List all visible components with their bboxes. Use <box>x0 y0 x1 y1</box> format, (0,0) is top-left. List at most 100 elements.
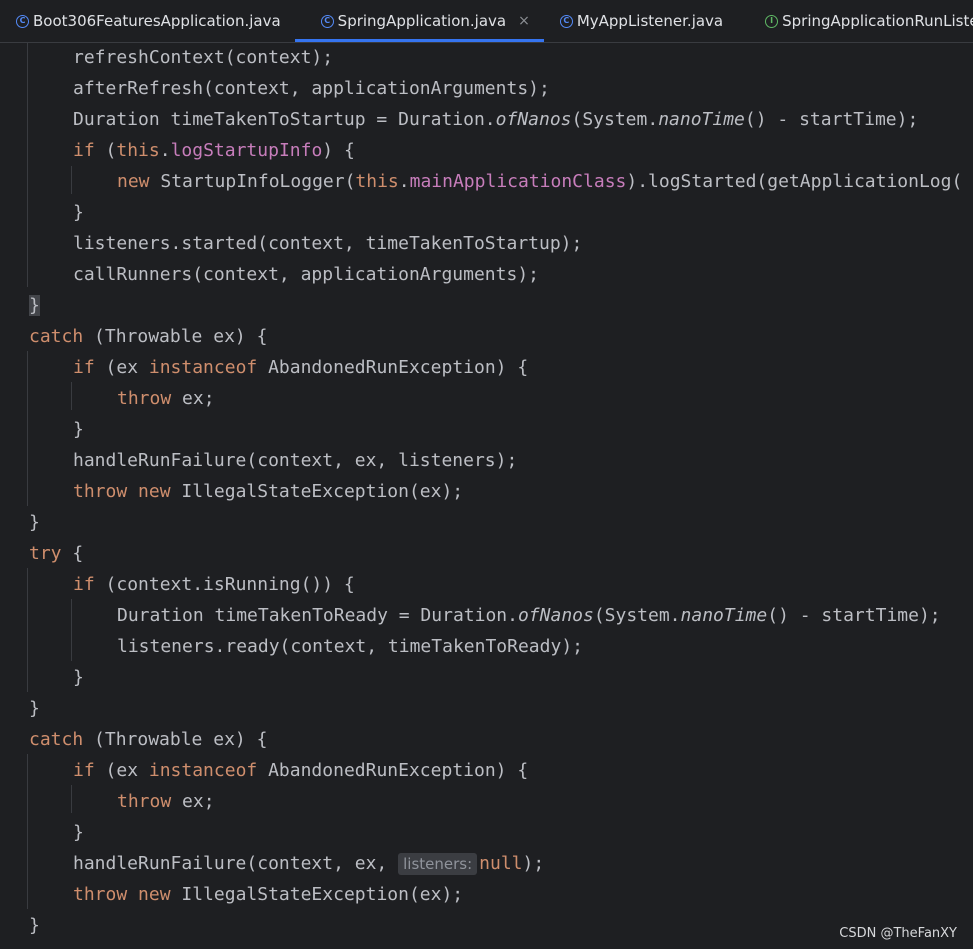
code-text: { <box>61 543 84 564</box>
keyword: throw <box>73 481 128 502</box>
tab-label: SpringApplication.java <box>337 12 507 30</box>
code-text: IllegalStateException(ex); <box>170 481 464 502</box>
interface-icon: I <box>765 14 779 28</box>
keyword: new <box>138 884 171 905</box>
code-line: } <box>73 414 84 445</box>
code-line: } <box>73 817 84 848</box>
code-text: handleRunFailure(context, ex, <box>73 853 399 874</box>
keyword: catch <box>29 729 84 750</box>
code-text: () - startTime); <box>744 109 919 130</box>
keyword: throw <box>73 884 128 905</box>
code-text: Duration timeTakenToReady = Duration. <box>117 605 518 626</box>
indent-guide <box>71 599 72 661</box>
keyword: instanceof <box>148 760 258 781</box>
code-text: ) { <box>322 140 355 161</box>
indent-guide <box>71 166 72 194</box>
tab-boot306-features-application[interactable]: C Boot306FeaturesApplication.java <box>0 0 295 42</box>
code-text: (Throwable ex) { <box>83 326 268 347</box>
tab-spring-application[interactable]: C SpringApplication.java × <box>294 0 544 42</box>
tab-label: Boot306FeaturesApplication.java <box>33 12 281 30</box>
keyword: new <box>138 481 171 502</box>
code-line: if (ex instanceof AbandonedRunException)… <box>73 352 528 383</box>
code-line: if (ex instanceof AbandonedRunException)… <box>73 755 528 786</box>
code-line: handleRunFailure(context, ex, listeners)… <box>73 445 517 476</box>
watermark: CSDN @TheFanXY <box>839 926 957 941</box>
code-text: handleRunFailure(context, ex, listeners)… <box>73 450 518 471</box>
code-text: } <box>73 202 84 223</box>
keyword: try <box>29 543 62 564</box>
static-method: nanoTime <box>680 605 768 626</box>
code-line: catch (Throwable ex) { <box>29 724 267 755</box>
code-line: new StartupInfoLogger(this.mainApplicati… <box>117 166 962 197</box>
matched-brace: } <box>29 295 40 316</box>
static-method: nanoTime <box>658 109 745 130</box>
indent-guide <box>27 42 28 287</box>
code-text: (ex <box>94 357 149 378</box>
field-reference: logStartupInfo <box>170 140 323 161</box>
class-icon: C <box>320 14 334 28</box>
indent-guide <box>27 754 28 909</box>
code-text: IllegalStateException(ex); <box>170 884 464 905</box>
code-line: } <box>73 197 84 228</box>
code-text: StartupInfoLogger( <box>149 171 356 192</box>
code-text: AbandonedRunException) { <box>257 760 529 781</box>
tab-label: MyAppListener.java <box>576 12 724 30</box>
code-text: (Throwable ex) { <box>83 729 268 750</box>
indent-guide <box>27 568 28 692</box>
code-text: . <box>159 140 171 161</box>
code-text: } <box>73 667 84 688</box>
tab-spring-application-run-listener[interactable]: I SpringApplicationRunListener.java <box>737 0 973 42</box>
code-line: } <box>29 693 40 724</box>
code-text: } <box>73 419 84 440</box>
code-line: Duration timeTakenToReady = Duration.ofN… <box>117 600 941 631</box>
code-text: () - startTime); <box>767 605 941 626</box>
code-text: (System. <box>571 109 659 130</box>
field-reference: mainApplicationClass <box>409 171 627 192</box>
code-text: } <box>29 915 40 936</box>
code-line: catch (Throwable ex) { <box>29 321 267 352</box>
keyword: null <box>479 853 523 874</box>
code-text: } <box>29 698 40 719</box>
tab-label: SpringApplicationRunListener.java <box>782 12 973 30</box>
code-text: AbandonedRunException) { <box>257 357 529 378</box>
code-line: if (this.logStartupInfo) { <box>73 135 355 166</box>
static-method: ofNanos <box>517 605 594 626</box>
editor-tab-bar: C Boot306FeaturesApplication.java C Spri… <box>0 0 973 43</box>
code-line: } <box>29 290 40 321</box>
code-text: afterRefresh(context, applicationArgumen… <box>73 78 550 99</box>
class-icon: C <box>559 14 573 28</box>
code-text: ex; <box>171 388 215 409</box>
keyword: this <box>355 171 399 192</box>
keyword: new <box>117 171 150 192</box>
code-text: ); <box>522 853 545 874</box>
indent-guide <box>71 382 72 410</box>
code-line: throw ex; <box>117 383 215 414</box>
static-method: ofNanos <box>495 109 572 130</box>
code-text: (ex <box>94 760 149 781</box>
keyword: if <box>73 760 95 781</box>
indent-guide <box>27 351 28 506</box>
code-text: refreshContext(context); <box>73 47 334 68</box>
code-line: afterRefresh(context, applicationArgumen… <box>73 73 550 104</box>
code-line: handleRunFailure(context, ex, listeners:… <box>73 848 544 879</box>
code-line: Duration timeTakenToStartup = Duration.o… <box>73 104 918 135</box>
code-text: listeners.started(context, timeTakenToSt… <box>73 233 583 254</box>
code-text: ex; <box>171 791 215 812</box>
code-line: try { <box>29 538 83 569</box>
code-editor[interactable]: refreshContext(context); afterRefresh(co… <box>0 42 973 949</box>
code-text: listeners.ready(context, timeTakenToRead… <box>117 636 583 657</box>
keyword: if <box>73 574 95 595</box>
keyword: this <box>116 140 160 161</box>
code-line: } <box>29 507 40 538</box>
keyword: if <box>73 140 95 161</box>
indent-guide <box>71 785 72 813</box>
code-line: callRunners(context, applicationArgument… <box>73 259 539 290</box>
code-text: callRunners(context, applicationArgument… <box>73 264 539 285</box>
code-text: } <box>73 822 84 843</box>
close-icon[interactable]: × <box>518 13 530 29</box>
code-line: refreshContext(context); <box>73 42 333 73</box>
keyword: throw <box>117 388 172 409</box>
code-line: if (context.isRunning()) { <box>73 569 355 600</box>
tab-my-app-listener[interactable]: C MyAppListener.java <box>544 0 737 42</box>
spring-boot-class-icon: C <box>16 14 29 28</box>
